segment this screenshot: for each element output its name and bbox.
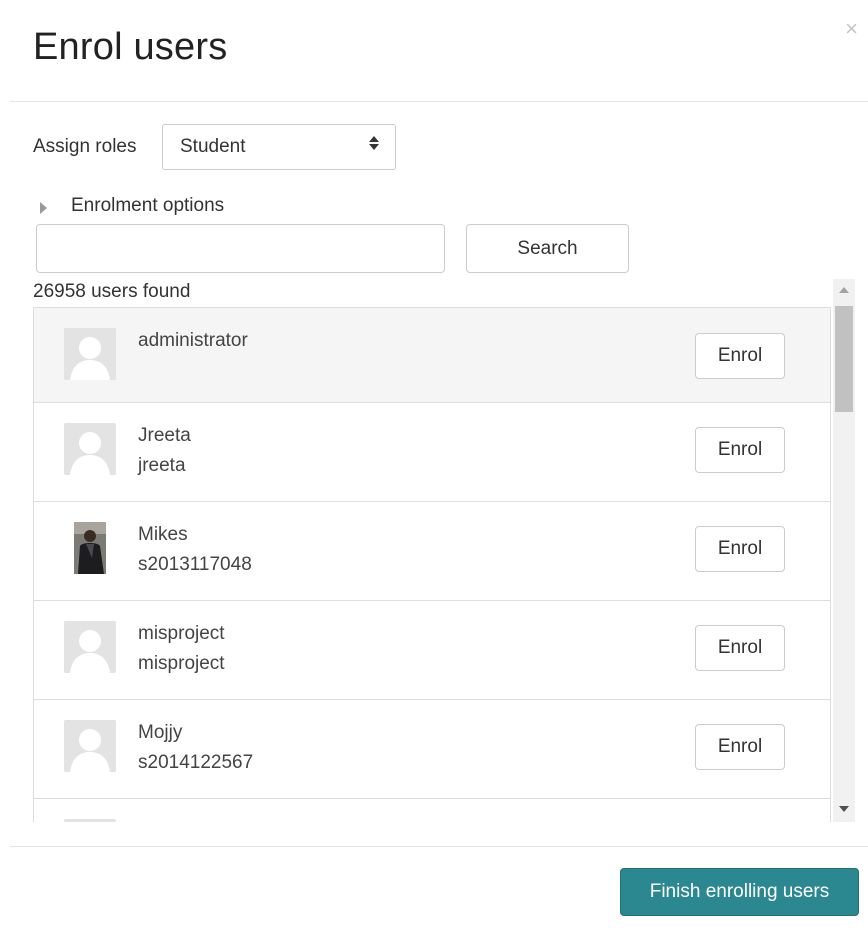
footer-divider [10, 846, 868, 847]
user-list[interactable]: administrator Enrol Jreeta jreeta Enrol Mikes… [33, 307, 831, 822]
assign-roles-label: Assign roles [33, 136, 137, 157]
scroll-down-arrow-icon[interactable] [839, 806, 849, 812]
user-name: Mojjy [138, 722, 183, 743]
users-found-count: 26958 users found [33, 281, 191, 302]
user-row: misproject misproject Enrol [34, 600, 830, 699]
default-avatar-icon [64, 328, 116, 380]
user-row [34, 798, 830, 822]
enrol-button[interactable]: Enrol [695, 526, 785, 572]
user-identifier: s2013117048 [138, 554, 252, 575]
search-input[interactable] [36, 224, 445, 273]
user-identifier: s2014122567 [138, 752, 254, 773]
enrol-button[interactable]: Enrol [695, 625, 785, 671]
user-row: administrator Enrol [34, 307, 830, 402]
user-name: Jreeta [138, 425, 191, 446]
enrolment-options-toggle[interactable]: Enrolment options [40, 195, 224, 217]
scroll-up-arrow-icon[interactable] [839, 287, 849, 293]
enrol-button[interactable]: Enrol [695, 724, 785, 770]
scroll-thumb[interactable] [835, 306, 853, 412]
default-avatar-icon [64, 621, 116, 673]
default-avatar-icon [64, 819, 116, 822]
close-icon[interactable]: × [845, 18, 858, 40]
expand-triangle-icon [40, 202, 47, 214]
enrol-button[interactable]: Enrol [695, 427, 785, 473]
role-select-value: Student [180, 136, 246, 157]
finish-enrolling-button[interactable]: Finish enrolling users [620, 868, 859, 916]
user-photo-avatar [64, 522, 116, 574]
user-row: Jreeta jreeta Enrol [34, 402, 830, 501]
default-avatar-icon [64, 423, 116, 475]
select-caret-icon [369, 136, 379, 150]
user-identifier: misproject [138, 653, 225, 674]
default-avatar-icon [64, 720, 116, 772]
search-button[interactable]: Search [466, 224, 629, 273]
enrol-button[interactable]: Enrol [695, 333, 785, 379]
user-name: Mikes [138, 524, 188, 545]
header-divider [10, 101, 868, 102]
scrollbar[interactable] [833, 279, 855, 822]
user-row: Mojjy s2014122567 Enrol [34, 699, 830, 798]
enrolment-options-label: Enrolment options [71, 195, 225, 216]
user-row: Mikes s2013117048 Enrol [34, 501, 830, 600]
user-name: administrator [138, 330, 248, 351]
user-name: misproject [138, 623, 225, 644]
modal-title: Enrol users [33, 26, 228, 68]
role-select[interactable]: Student [162, 124, 396, 170]
user-identifier: jreeta [138, 455, 186, 476]
